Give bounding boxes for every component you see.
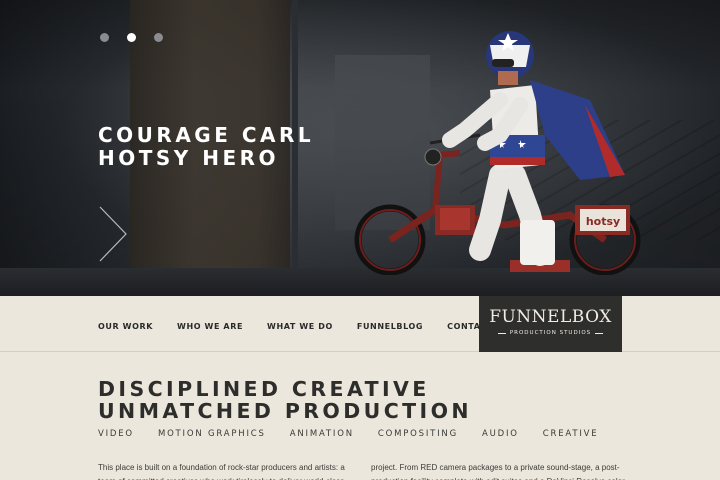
service-creative: CREATIVE bbox=[542, 429, 599, 439]
logo-divider-right bbox=[595, 332, 604, 334]
main-content: DISCIPLINED CREATIVE UNMATCHED PRODUCTIO… bbox=[0, 352, 720, 480]
slider-dot-1[interactable] bbox=[100, 33, 109, 42]
page-headline: DISCIPLINED CREATIVE UNMATCHED PRODUCTIO… bbox=[98, 378, 472, 422]
logo-main-text: FUNNELBOX bbox=[489, 307, 612, 327]
nav-item-what-we-do[interactable]: WHAT WE DO bbox=[267, 322, 333, 331]
chevron-right-icon[interactable] bbox=[98, 205, 128, 263]
logo-divider-left bbox=[497, 332, 506, 334]
service-motion-graphics: MOTION GRAPHICS bbox=[157, 429, 266, 439]
slider-dots bbox=[100, 33, 163, 42]
hero-title-line1: COURAGE CARL bbox=[98, 123, 315, 147]
nav-item-funnelblog[interactable]: FUNNELBLOG bbox=[357, 322, 423, 331]
hero-title-line2: HOTSY HERO bbox=[98, 146, 280, 170]
nav-item-our-work[interactable]: OUR WORK bbox=[98, 322, 153, 331]
logo-subtitle: PRODUCTION STUDIOS bbox=[479, 330, 622, 336]
service-animation: ANIMATION bbox=[289, 429, 354, 439]
hero-title: COURAGE CARL HOTSY HERO bbox=[98, 124, 314, 170]
slider-dot-2[interactable] bbox=[127, 33, 136, 42]
service-compositing: COMPOSITING bbox=[377, 429, 458, 439]
service-video: VIDEO bbox=[98, 429, 134, 439]
funnelbox-logo[interactable]: FUNNELBOX PRODUCTION STUDIOS bbox=[479, 296, 622, 352]
bike-sign-text: hotsy bbox=[586, 215, 620, 228]
nav-links: OUR WORK WHO WE ARE WHAT WE DO FUNNELBLO… bbox=[98, 322, 534, 331]
headline-line1: DISCIPLINED CREATIVE bbox=[98, 377, 430, 401]
headline-line2: UNMATCHED PRODUCTION bbox=[98, 399, 472, 423]
intro-paragraph-left: This place is built on a foundation of r… bbox=[98, 463, 345, 480]
services-list: VIDEO MOTION GRAPHICS ANIMATION COMPOSIT… bbox=[98, 429, 622, 439]
nav-item-who-we-are[interactable]: WHO WE ARE bbox=[177, 322, 243, 331]
intro-paragraph-right: project. From RED camera packages to a p… bbox=[371, 463, 625, 480]
logo-sub-text: PRODUCTION STUDIOS bbox=[509, 330, 592, 336]
hero-rider-image: hotsy bbox=[354, 31, 641, 275]
slider-dot-3[interactable] bbox=[154, 33, 163, 42]
hero-slider: COURAGE CARL HOTSY HERO hotsy bbox=[0, 0, 720, 296]
service-audio: AUDIO bbox=[481, 429, 519, 439]
